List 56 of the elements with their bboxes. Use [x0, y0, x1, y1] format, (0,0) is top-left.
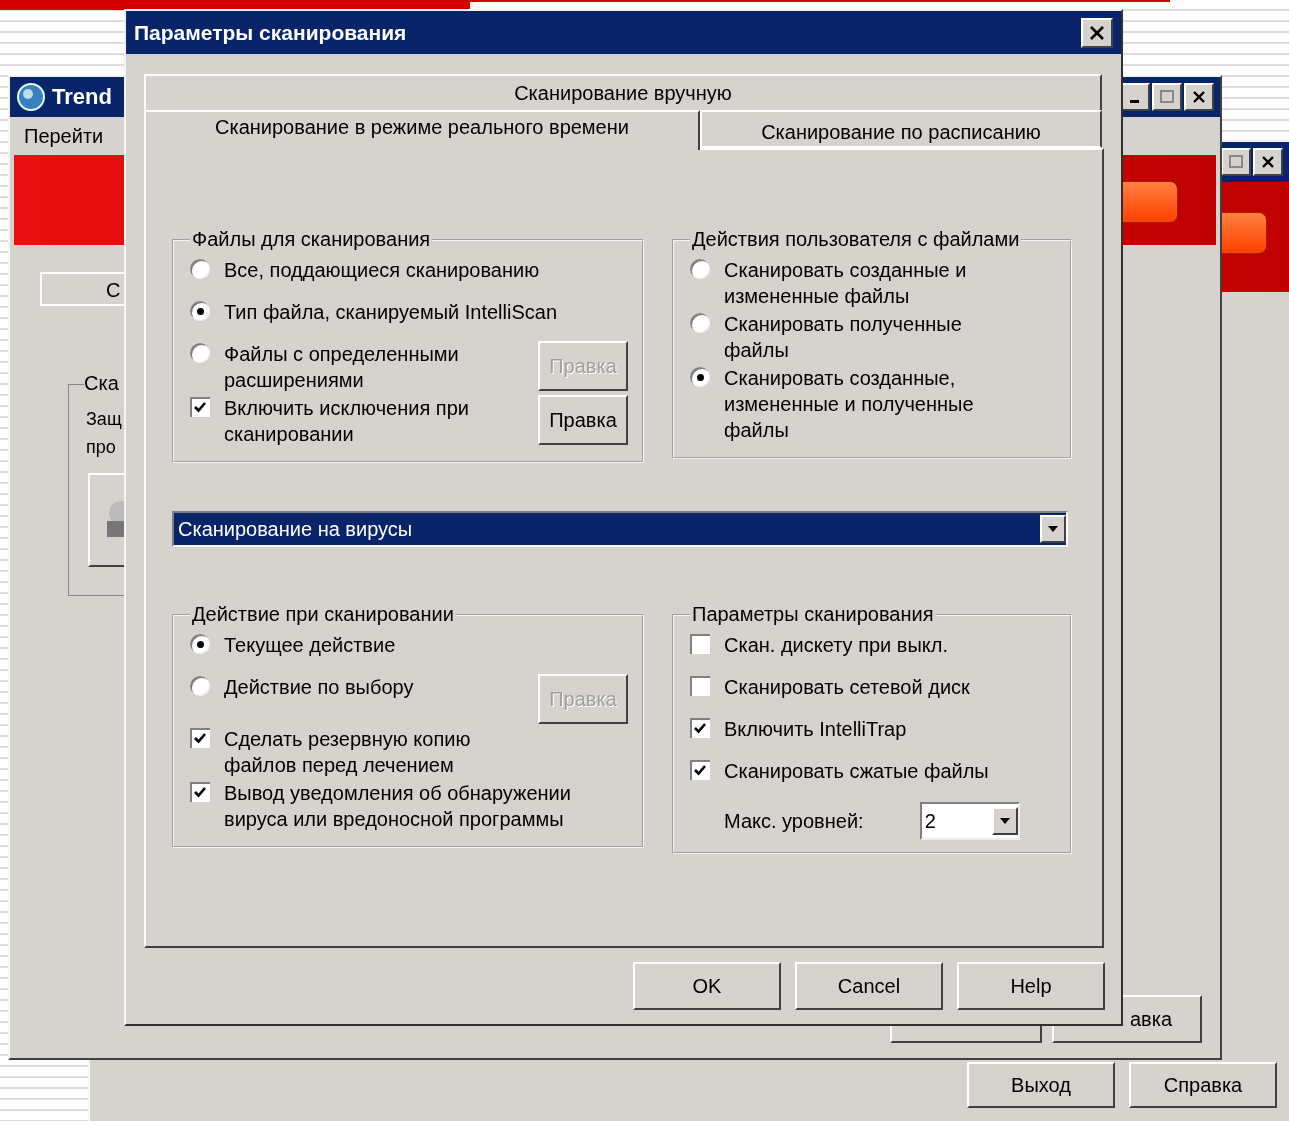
window-title: Trend [52, 84, 112, 110]
radio-button[interactable] [190, 343, 210, 363]
window-title: Параметры сканирования [134, 20, 407, 45]
option-label: Сканировать сетевой диск [724, 675, 970, 700]
checkbox[interactable] [690, 718, 710, 738]
option-label: Сделать резервную копию файлов перед лечением [224, 727, 471, 778]
close-icon[interactable] [1253, 148, 1283, 176]
checkbox[interactable] [190, 397, 210, 417]
menu-item[interactable]: Перейти [24, 124, 104, 148]
field-label: Макс. уровней: [724, 809, 864, 834]
option-label: Сканировать созданные, измененные и полученные файлы [724, 366, 974, 443]
maximize-icon[interactable] [1221, 148, 1251, 176]
dialog-button[interactable]: Help [957, 962, 1105, 1010]
dialog-button[interactable]: Cancel [795, 962, 943, 1010]
option-label: Сканировать созданные и измененные файлы [724, 258, 967, 309]
radio-button[interactable] [190, 676, 210, 696]
close-icon[interactable] [1081, 17, 1113, 48]
checkbox[interactable] [190, 728, 210, 748]
checkbox[interactable] [690, 676, 710, 696]
group-title: Файлы для сканирования [191, 228, 432, 251]
radio-button[interactable] [690, 259, 710, 279]
option-label: Действие по выбору [224, 675, 414, 700]
levels-dropdown[interactable]: 2 [919, 802, 1020, 840]
radio-button[interactable] [190, 301, 210, 321]
option-label: Скан. дискету при выкл. [724, 633, 948, 658]
group-title: Параметры сканирования [691, 603, 935, 626]
option-label: Включить IntelliTrap [724, 717, 907, 742]
option-label: Все, поддающиеся сканированию [224, 258, 540, 283]
option-label: Сканировать сжатые файлы [724, 759, 989, 784]
checkbox[interactable] [690, 634, 710, 654]
tab[interactable]: Сканирование вручную [144, 74, 1102, 110]
radio-button[interactable] [190, 634, 210, 654]
close-icon[interactable] [1184, 83, 1214, 111]
option-label: Включить исключения при сканировании [224, 396, 469, 447]
tab[interactable]: Сканирование в режиме реального времени [144, 110, 700, 150]
scan-type-dropdown[interactable]: Сканирование на вирусы [172, 511, 1068, 547]
option-label: Тип файла, сканируемый IntelliScan [224, 300, 557, 325]
option-label: Текущее действие [224, 633, 396, 658]
radio-button[interactable] [190, 259, 210, 279]
group-title: Действие при сканировании [191, 603, 455, 626]
tab[interactable]: Сканирование по расписанию [700, 110, 1102, 148]
maximize-icon[interactable] [1152, 83, 1182, 111]
group-text: Защ про [86, 408, 122, 459]
option-label: Сканировать полученные файлы [724, 312, 962, 363]
dialog-button[interactable]: OK [633, 962, 781, 1010]
dialog-button[interactable]: Справка [1129, 1062, 1277, 1108]
option-label: Файлы с определенными расширениями [224, 342, 459, 393]
globe-icon [16, 82, 46, 112]
checkbox[interactable] [190, 782, 210, 802]
group-title: Действия пользователя с файлами [691, 228, 1021, 251]
dialog-button[interactable]: Выход [967, 1062, 1115, 1108]
option-label: Вывод уведомления об обнаружении вируса или вредоносной программы [224, 781, 571, 832]
checkbox[interactable] [690, 760, 710, 780]
radio-button[interactable] [690, 367, 710, 387]
edit-button[interactable]: Правка [538, 395, 628, 445]
radio-button[interactable] [690, 313, 710, 333]
